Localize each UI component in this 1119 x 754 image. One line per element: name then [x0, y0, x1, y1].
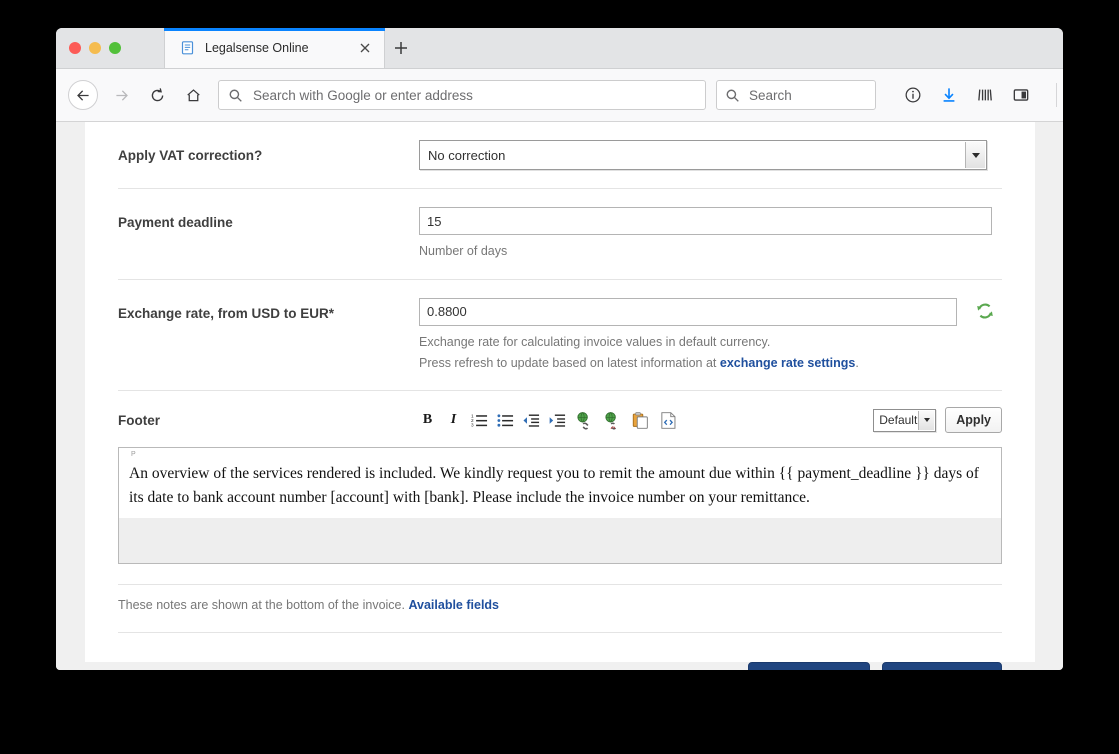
ordered-list-icon[interactable]: 1 2 3 [471, 412, 488, 429]
form-actions: Save as draft Save as final [118, 633, 1002, 670]
plus-icon[interactable] [391, 38, 411, 58]
paste-icon[interactable] [631, 411, 650, 430]
exchange-rate-settings-link[interactable]: exchange rate settings [720, 356, 855, 370]
exchange-rate-help-prefix: Press refresh to update based on latest … [419, 355, 720, 370]
reload-icon[interactable] [142, 80, 172, 110]
form-row-footer-editor: Footer B I 1 2 3 Default Apply P An over… [118, 391, 1002, 586]
pocket-icon[interactable] [902, 84, 924, 106]
exchange-rate-help-line2: Press refresh to update based on latest … [419, 354, 1002, 373]
close-icon[interactable] [357, 40, 373, 56]
footer-notes-hint: These notes are shown at the bottom of t… [118, 585, 1002, 634]
toolbar-divider [1056, 83, 1057, 107]
indent-icon[interactable] [549, 412, 566, 429]
available-fields-link[interactable]: Available fields [408, 598, 499, 612]
browser-search-box[interactable] [716, 80, 876, 110]
search-icon [725, 88, 740, 103]
chevron-down-icon[interactable] [965, 142, 985, 168]
outdent-icon[interactable] [523, 412, 540, 429]
svg-text:3: 3 [471, 422, 474, 428]
footer-text[interactable]: An overview of the services rendered is … [129, 462, 991, 509]
italic-icon[interactable]: I [445, 412, 462, 429]
close-window-button[interactable] [69, 42, 81, 54]
search-input[interactable] [747, 86, 861, 104]
vat-correction-select[interactable]: No correction [419, 140, 987, 170]
browser-toolbar-icons [902, 83, 1063, 107]
search-icon [228, 88, 243, 103]
footer-notes-text: These notes are shown at the bottom of t… [118, 598, 409, 613]
sidebar-icon[interactable] [1010, 84, 1032, 106]
footer-label: Footer [118, 412, 160, 428]
vat-correction-label: Apply VAT correction? [118, 148, 263, 163]
template-select[interactable]: Default [873, 408, 937, 432]
bold-icon[interactable]: B [419, 412, 436, 429]
exchange-rate-input[interactable] [419, 297, 957, 326]
form-row-exchange-rate: Exchange rate, from USD to EUR* Exchange [118, 280, 1002, 392]
save-as-draft-button[interactable]: Save as draft [748, 662, 871, 670]
insert-link-icon[interactable] [575, 411, 594, 430]
save-as-final-button[interactable]: Save as final [882, 662, 1002, 670]
exchange-rate-help-suffix: . [855, 355, 859, 370]
invoice-form: Apply VAT correction? No correction Paym… [85, 122, 1035, 670]
browser-window: Legalsense Online Search with Google or … [56, 28, 1063, 670]
exchange-rate-label: Exchange rate, from USD to EUR* [118, 305, 335, 321]
tab-title: Legalsense Online [205, 41, 309, 55]
source-code-icon[interactable] [659, 411, 678, 430]
tab-strip: Legalsense Online [56, 28, 1063, 69]
footer-editor-toolbar: Footer B I 1 2 3 Default Apply [118, 407, 1002, 434]
footer-editor-area[interactable]: P An overview of the services rendered i… [118, 447, 1002, 565]
browser-tab-legalsense[interactable]: Legalsense Online [164, 28, 385, 68]
arrow-right-icon[interactable] [106, 80, 136, 110]
maximize-window-button[interactable] [109, 42, 121, 54]
exchange-rate-help-line1: Exchange rate for calculating invoice va… [419, 334, 771, 349]
editor-template-controls: Default Apply [873, 407, 1002, 434]
address-input[interactable] [251, 86, 685, 104]
minimize-window-button[interactable] [89, 42, 101, 54]
unordered-list-icon[interactable] [497, 412, 514, 429]
refresh-icon[interactable] [975, 301, 995, 321]
form-row-vat-correction: Apply VAT correction? No correction [118, 122, 1002, 189]
window-controls [69, 42, 121, 54]
download-icon[interactable] [938, 84, 960, 106]
page-viewport: Apply VAT correction? No correction Paym… [56, 122, 1063, 670]
template-select-value: Default [879, 413, 918, 428]
chevron-down-icon[interactable] [918, 410, 935, 430]
form-row-payment-deadline: Payment deadline Number of days [118, 189, 1002, 280]
payment-deadline-input[interactable] [419, 207, 992, 235]
address-bar[interactable] [218, 80, 706, 110]
invoice-settings-card: Apply VAT correction? No correction Paym… [85, 122, 1035, 670]
library-icon[interactable] [974, 84, 996, 106]
payment-deadline-help: Number of days [419, 244, 508, 258]
payment-deadline-label: Payment deadline [118, 215, 233, 230]
unlink-icon[interactable] [603, 411, 622, 430]
paragraph-marker: P [131, 451, 136, 459]
arrow-left-icon[interactable] [68, 80, 98, 110]
home-icon[interactable] [178, 80, 208, 110]
footer-editor-content[interactable]: P An overview of the services rendered i… [119, 448, 1001, 518]
apply-button[interactable]: Apply [945, 407, 1002, 434]
rich-text-toolbar: B I 1 2 3 [419, 411, 873, 430]
document-favicon [180, 40, 196, 56]
vat-correction-value: No correction [428, 147, 506, 163]
navigation-toolbar [56, 69, 1063, 122]
